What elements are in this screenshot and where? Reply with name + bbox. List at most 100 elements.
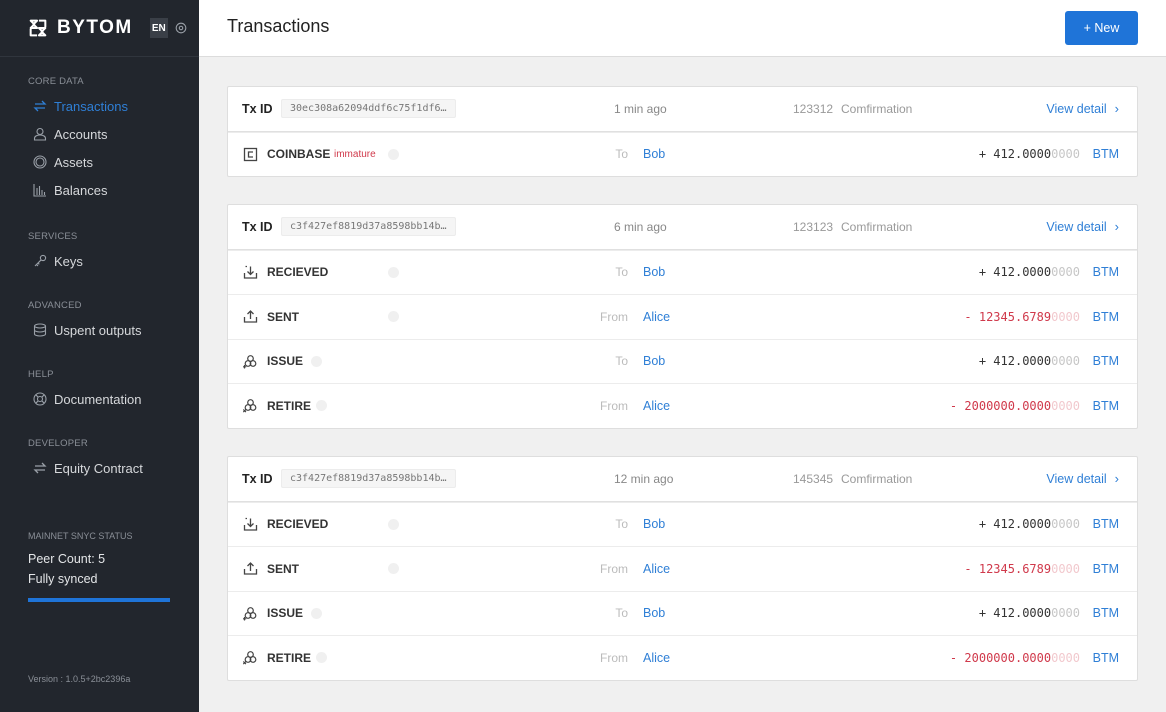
amount-sign: -	[949, 398, 958, 413]
amount-sign: +	[978, 606, 987, 621]
tx-id-value[interactable]: c3f427ef8819d37a8598bb14b…	[281, 217, 456, 237]
amount-sign: -	[964, 561, 972, 576]
transaction-entry-row: SENT From Alice - 12345.67890000 BTM	[228, 294, 1137, 339]
asset-unit-link[interactable]: BTM	[1093, 517, 1119, 531]
counterparty-link[interactable]: Bob	[643, 147, 665, 161]
amount: - 2000000.00000000	[950, 399, 1080, 413]
counterparty-link[interactable]: Alice	[643, 562, 670, 576]
section-title: SERVICES	[28, 231, 78, 242]
entry-type: RETIRE	[267, 398, 312, 413]
sidebar-item-label: Keys	[54, 253, 83, 269]
asset-unit-link[interactable]: BTM	[1093, 310, 1119, 324]
view-detail-link[interactable]: View detail ›	[1046, 471, 1119, 486]
asset-circle-icon	[33, 155, 47, 169]
asset-unit-link[interactable]: BTM	[1093, 562, 1119, 576]
tx-id-value[interactable]: c3f427ef8819d37a8598bb14b…	[281, 469, 456, 489]
tx-id-value[interactable]: 30ec308a62094ddf6c75f1df6…	[281, 99, 456, 119]
sidebar-item-assets[interactable]: Assets	[0, 148, 199, 176]
sidebar-item-unspent-outputs[interactable]: Uspent outputs	[0, 316, 199, 344]
asset-unit-link[interactable]: BTM	[1093, 354, 1119, 368]
amount-value: 412.0000	[993, 265, 1052, 280]
placeholder-dot	[311, 607, 322, 619]
confirmation-count: 123123	[793, 219, 834, 234]
immature-badge: immature	[334, 148, 376, 160]
issue-asset-icon	[243, 354, 258, 369]
confirmation-label: Comfirmation	[841, 219, 913, 234]
transaction-entry-row: RECIEVED To Bob + 412.00000000 BTM	[228, 249, 1137, 295]
direction-label: From	[600, 398, 628, 413]
sidebar-item-accounts[interactable]: Accounts	[0, 120, 199, 148]
entry-type: ISSUE	[267, 354, 304, 369]
view-detail-label: View detail	[1046, 471, 1107, 486]
asset-unit-link[interactable]: BTM	[1093, 651, 1119, 665]
download-tray-icon	[243, 265, 258, 280]
nav-section-developer: DEVELOPER Equity Contract	[0, 438, 199, 482]
amount-value: 12345.6789	[978, 561, 1052, 576]
counterparty-link[interactable]: Bob	[643, 517, 665, 531]
confirmation-count: 123312	[793, 101, 834, 116]
sidebar-item-equity-contract[interactable]: Equity Contract	[0, 454, 199, 482]
counterparty-link[interactable]: Bob	[643, 606, 665, 620]
counterparty-link[interactable]: Bob	[643, 354, 665, 368]
view-detail-link[interactable]: View detail ›	[1046, 219, 1119, 234]
entry-type: ISSUE	[267, 606, 304, 621]
amount: + 412.00000000	[979, 606, 1080, 620]
counterparty-link[interactable]: Alice	[643, 310, 670, 324]
amount-sign: +	[978, 147, 987, 162]
view-detail-link[interactable]: View detail ›	[1046, 101, 1119, 116]
asset-unit-link[interactable]: BTM	[1093, 399, 1119, 413]
asset-unit-link[interactable]: BTM	[1093, 606, 1119, 620]
section-title: ADVANCED	[28, 300, 82, 311]
amount-trailing-zeros: 0000	[1051, 650, 1080, 665]
sidebar-item-balances[interactable]: Balances	[0, 176, 199, 204]
amount-sign: +	[978, 354, 987, 369]
placeholder-dot	[388, 266, 399, 278]
asset-unit-link[interactable]: BTM	[1093, 265, 1119, 279]
placeholder-dot	[316, 400, 327, 412]
entry-type: RECIEVED	[267, 265, 329, 280]
amount-trailing-zeros: 0000	[1051, 606, 1080, 621]
upload-tray-icon	[243, 561, 258, 576]
sidebar-item-keys[interactable]: Keys	[0, 247, 199, 275]
amount-value: 2000000.0000	[964, 650, 1052, 665]
key-icon	[34, 254, 47, 267]
sidebar-item-documentation[interactable]: Documentation	[0, 385, 199, 413]
entry-type: SENT	[267, 561, 300, 576]
view-detail-label: View detail	[1046, 219, 1107, 234]
amount-value: 12345.6789	[978, 309, 1052, 324]
amount-trailing-zeros: 0000	[1051, 147, 1080, 162]
sidebar-item-transactions[interactable]: Transactions	[0, 92, 199, 120]
counterparty-link[interactable]: Alice	[643, 399, 670, 413]
download-tray-icon	[243, 517, 258, 532]
user-icon	[33, 127, 47, 141]
sidebar-item-label: Accounts	[54, 126, 108, 142]
database-icon	[33, 323, 47, 337]
tx-id-label: Tx ID	[242, 101, 273, 116]
tx-id-label: Tx ID	[242, 471, 273, 486]
transaction-header-row: Tx ID 30ec308a62094ddf6c75f1df6… 1 min a…	[228, 87, 1137, 132]
confirmation-label: Comfirmation	[841, 101, 913, 116]
transaction-card: Tx ID c3f427ef8819d37a8598bb14b… 12 min …	[227, 456, 1138, 681]
transaction-entry-row: RETIRE From Alice - 2000000.00000000 BTM	[228, 635, 1137, 680]
sidebar-item-label: Balances	[54, 182, 108, 198]
asset-unit-link[interactable]: BTM	[1093, 147, 1119, 161]
retire-asset-icon	[243, 650, 258, 665]
gear-icon[interactable]	[174, 21, 188, 35]
brand-name: BYTOM	[57, 17, 133, 38]
sidebar-item-label: Uspent outputs	[54, 322, 142, 338]
direction-label: To	[615, 517, 628, 532]
confirmation-label: Comfirmation	[841, 471, 913, 486]
transaction-entry-row: ISSUE To Bob + 412.00000000 BTM	[228, 590, 1137, 636]
amount: + 412.00000000	[979, 517, 1080, 531]
upload-tray-icon	[243, 309, 258, 324]
placeholder-dot	[388, 518, 399, 530]
entry-type: RETIRE	[267, 650, 312, 665]
amount-value: 412.0000	[993, 147, 1052, 162]
transaction-card: Tx ID 30ec308a62094ddf6c75f1df6… 1 min a…	[227, 86, 1138, 177]
counterparty-link[interactable]: Bob	[643, 265, 665, 279]
language-toggle[interactable]: EN	[149, 18, 168, 38]
counterparty-link[interactable]: Alice	[643, 651, 670, 665]
tx-id-label: Tx ID	[242, 219, 273, 234]
amount-trailing-zeros: 0000	[1051, 265, 1080, 280]
new-transaction-button[interactable]: + New	[1065, 11, 1138, 45]
